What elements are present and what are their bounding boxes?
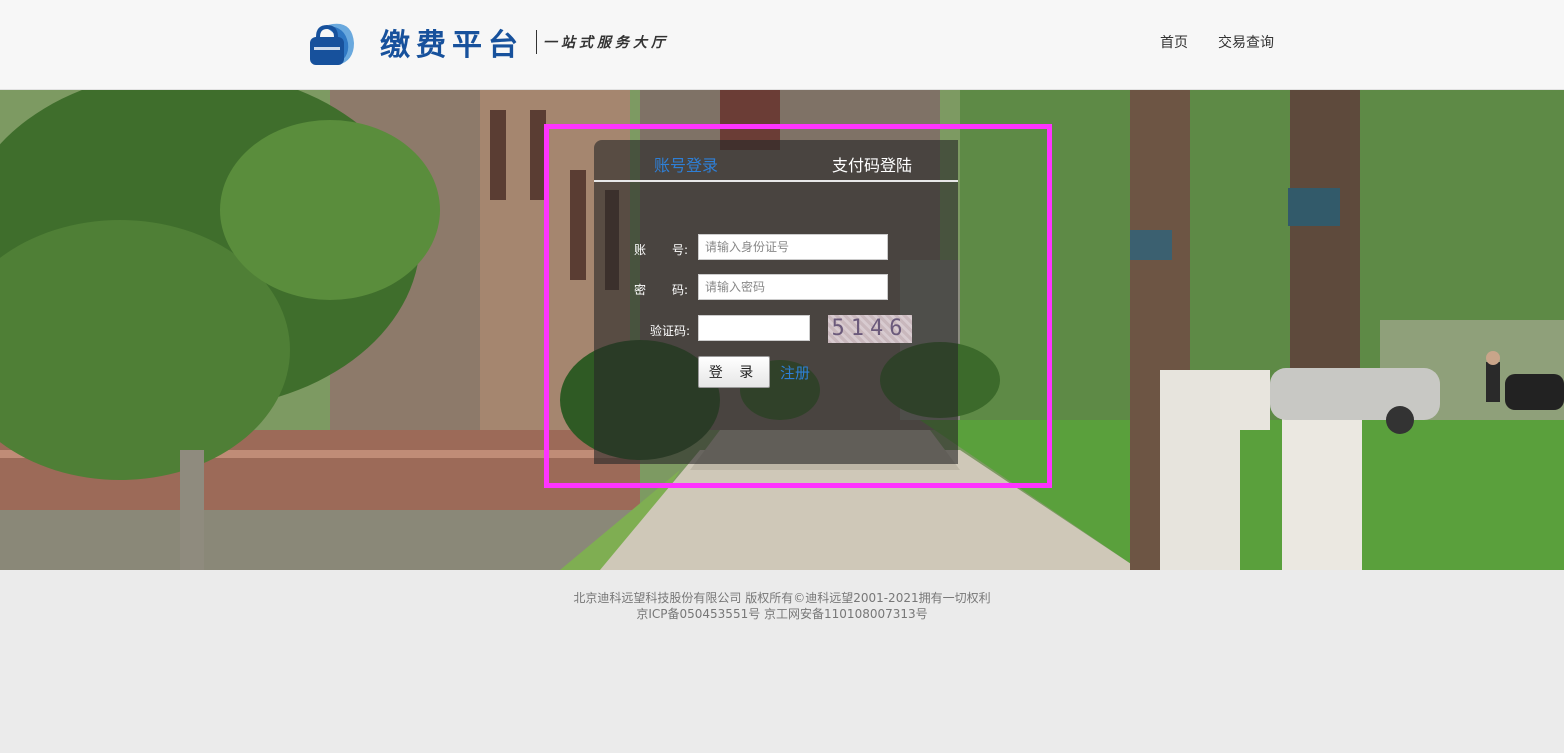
- brand-divider: [536, 30, 537, 54]
- captcha-row: 验证码: 5146: [594, 315, 958, 343]
- captcha-image[interactable]: 5146: [828, 315, 912, 343]
- account-row: 账 号:: [594, 234, 958, 262]
- captcha-input[interactable]: [698, 315, 810, 341]
- nav-transaction-query[interactable]: 交易查询: [1218, 32, 1274, 52]
- brand-logo[interactable]: 缴费平台 一站式服务大厅: [308, 16, 669, 68]
- brand-slogan: 一站式服务大厅: [543, 35, 669, 51]
- account-input[interactable]: [698, 234, 888, 260]
- header: 缴费平台 一站式服务大厅 首页 交易查询: [0, 0, 1564, 90]
- top-nav: 首页 交易查询: [1160, 32, 1274, 52]
- password-row: 密 码:: [594, 274, 958, 302]
- tab-paycode-login[interactable]: 支付码登陆: [832, 152, 912, 176]
- brand-title: 缴费平台: [380, 28, 524, 63]
- tab-account-login[interactable]: 账号登录: [654, 152, 718, 176]
- register-link[interactable]: 注册: [780, 362, 810, 383]
- footer: 北京迪科远望科技股份有限公司 版权所有©迪科远望2001-2021拥有一切权利 …: [0, 590, 1564, 622]
- login-tabs: 账号登录 支付码登陆: [594, 140, 958, 182]
- login-button[interactable]: 登 录: [698, 356, 770, 388]
- password-input[interactable]: [698, 274, 888, 300]
- footer-copyright: 北京迪科远望科技股份有限公司 版权所有©迪科远望2001-2021拥有一切权利: [573, 591, 991, 605]
- nav-home[interactable]: 首页: [1160, 32, 1188, 52]
- footer-icp: 京ICP备050453551号 京工网安备110108007313号: [636, 607, 928, 621]
- logo-icon: [308, 17, 358, 67]
- login-panel: 账号登录 支付码登陆 账 号: 密 码: 验证码: 5146 登 录 注册: [594, 140, 958, 464]
